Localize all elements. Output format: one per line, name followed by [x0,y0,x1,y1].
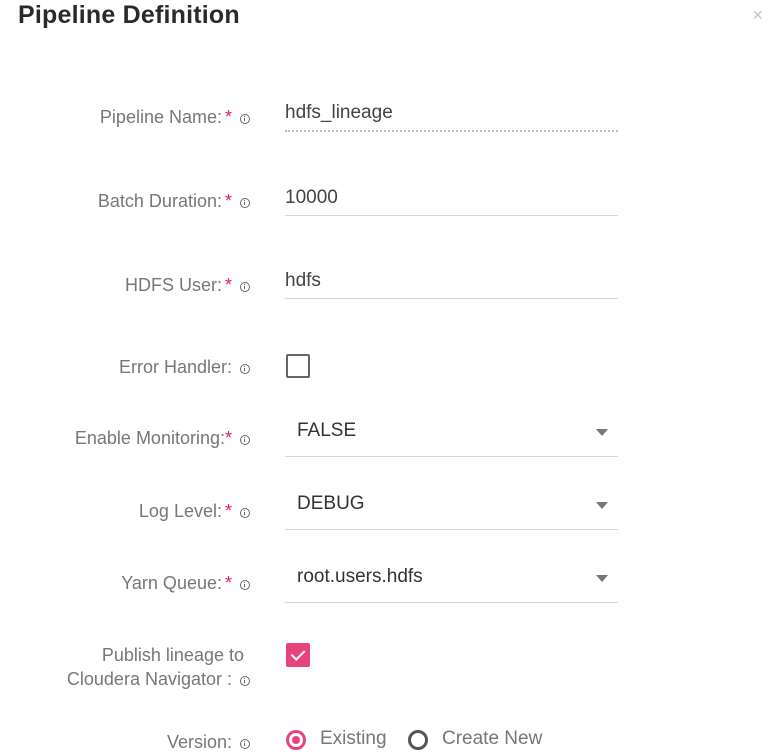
info-icon[interactable] [240,676,250,686]
hdfs-user-label: HDFS User: * [125,273,250,297]
enable-monitoring-label: Enable Monitoring:* [75,426,250,450]
error-handler-label: Error Handler: [119,355,250,379]
caret-down-icon [596,502,608,509]
info-icon[interactable] [240,364,250,374]
yarn-queue-value: root.users.hdfs [297,566,423,587]
log-level-value: DEBUG [297,493,365,514]
batch-duration-input[interactable] [285,181,618,216]
publish-lineage-label: Publish lineage to Cloudera Navigator : [67,643,250,691]
dialog-title: Pipeline Definition [18,1,240,29]
required-mark: * [224,107,232,127]
caret-down-icon [596,575,608,582]
log-level-label-text: Log Level: [138,501,222,521]
radio-selected-icon [286,730,306,750]
info-icon[interactable] [240,739,250,749]
publish-lineage-label-line1: Publish lineage to [101,645,244,665]
required-mark: * [224,191,232,211]
error-handler-checkbox[interactable] [286,354,310,378]
yarn-queue-label-text: Yarn Queue: [121,573,222,593]
yarn-queue-label: Yarn Queue: * [121,571,250,595]
yarn-queue-select[interactable]: root.users.hdfs [285,562,618,603]
publish-lineage-label-line2: Cloudera Navigator : [66,669,232,689]
required-mark: * [224,573,232,593]
required-mark: * [224,428,232,448]
info-icon[interactable] [240,114,250,124]
batch-duration-label-text: Batch Duration: [97,191,222,211]
enable-monitoring-label-text: Enable Monitoring: [74,428,225,448]
info-icon[interactable] [240,282,250,292]
version-label-text: Version: [166,732,232,752]
info-icon[interactable] [240,508,250,518]
pipeline-name-label-text: Pipeline Name: [99,107,222,127]
pipeline-name-input[interactable] [285,96,618,132]
check-icon [290,646,306,661]
required-mark: * [224,275,232,295]
radio-unselected-icon [408,730,428,750]
caret-down-icon [596,429,608,436]
batch-duration-label: Batch Duration: * [98,189,250,213]
info-icon[interactable] [240,580,250,590]
publish-lineage-label-line2-wrap: Cloudera Navigator : [67,667,250,691]
version-label: Version: [167,730,250,754]
log-level-label: Log Level: * [139,499,250,523]
version-option-label: Existing [320,728,387,749]
info-icon[interactable] [240,435,250,445]
enable-monitoring-select[interactable]: FALSE [285,416,618,457]
error-handler-label-text: Error Handler: [118,357,232,377]
enable-monitoring-value: FALSE [297,420,357,441]
pipeline-name-label: Pipeline Name: * [100,105,250,129]
info-icon[interactable] [240,198,250,208]
close-icon[interactable]: × [752,6,763,24]
version-option-label: Create New [442,728,543,749]
log-level-select[interactable]: DEBUG [285,489,618,530]
hdfs-user-input[interactable] [285,264,618,299]
required-mark: * [224,501,232,521]
hdfs-user-label-text: HDFS User: [124,275,222,295]
publish-lineage-checkbox[interactable] [286,643,310,667]
